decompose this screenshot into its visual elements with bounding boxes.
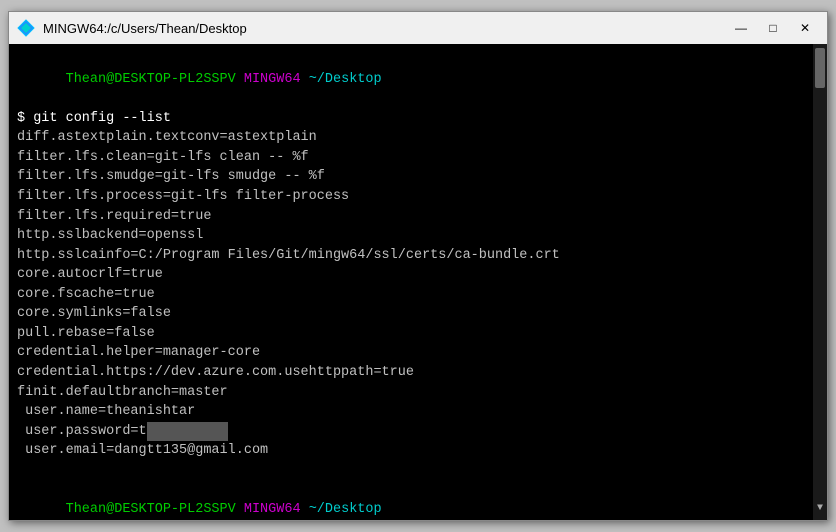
scrollbar[interactable]: ▼ (813, 44, 827, 520)
config-line-13: credential.https://dev.azure.com.usehttp… (17, 363, 819, 383)
prompt-user-2: Thean@DESKTOP-PL2SSPV (66, 502, 236, 517)
config-line-2: filter.lfs.clean=git-lfs clean -- %f (17, 148, 819, 168)
scrollbar-thumb[interactable] (815, 48, 825, 88)
prompt-path-2: ~/Desktop (309, 502, 382, 517)
command-line: $ git config --list (17, 109, 819, 129)
scrollbar-down-arrow[interactable]: ▼ (817, 502, 823, 517)
config-line-15: user.name=theanishtar (17, 402, 819, 422)
close-button[interactable]: ✕ (791, 17, 819, 39)
config-line-1: diff.astextplain.textconv=astextplain (17, 128, 819, 148)
window-title: MINGW64:/c/Users/Thean/Desktop (43, 21, 719, 36)
config-line-7: http.sslcainfo=C:/Program Files/Git/ming… (17, 246, 819, 266)
window-controls: — □ ✕ (727, 17, 819, 39)
config-line-3: filter.lfs.smudge=git-lfs smudge -- %f (17, 167, 819, 187)
config-line-16: user.password=t (17, 422, 819, 442)
terminal-body[interactable]: Thean@DESKTOP-PL2SSPV MINGW64 ~/Desktop … (9, 44, 827, 520)
prompt-shell-1: MINGW64 (244, 72, 301, 87)
config-line-12: credential.helper=manager-core (17, 343, 819, 363)
prompt-line-2: Thean@DESKTOP-PL2SSPV MINGW64 ~/Desktop (17, 480, 819, 520)
config-line-11: pull.rebase=false (17, 324, 819, 344)
window-icon (17, 19, 35, 37)
prompt-shell-2: MINGW64 (244, 502, 301, 517)
minimize-button[interactable]: — (727, 17, 755, 39)
config-line-14: finit.defaultbranch=master (17, 383, 819, 403)
terminal-window: MINGW64:/c/Users/Thean/Desktop — □ ✕ The… (8, 11, 828, 521)
config-line-6: http.sslbackend=openssl (17, 226, 819, 246)
config-line-17: user.email=dangtt135@gmail.com (17, 441, 819, 461)
prompt-user-1: Thean@DESKTOP-PL2SSPV (66, 72, 236, 87)
config-line-10: core.symlinks=false (17, 304, 819, 324)
maximize-button[interactable]: □ (759, 17, 787, 39)
config-line-8: core.autocrlf=true (17, 265, 819, 285)
prompt-line-1: Thean@DESKTOP-PL2SSPV MINGW64 ~/Desktop (17, 50, 819, 109)
title-bar: MINGW64:/c/Users/Thean/Desktop — □ ✕ (9, 12, 827, 44)
config-line-5: filter.lfs.required=true (17, 207, 819, 227)
config-line-9: core.fscache=true (17, 285, 819, 305)
prompt-path-1: ~/Desktop (309, 72, 382, 87)
password-hidden (147, 422, 228, 442)
config-line-4: filter.lfs.process=git-lfs filter-proces… (17, 187, 819, 207)
empty-line (17, 461, 819, 481)
